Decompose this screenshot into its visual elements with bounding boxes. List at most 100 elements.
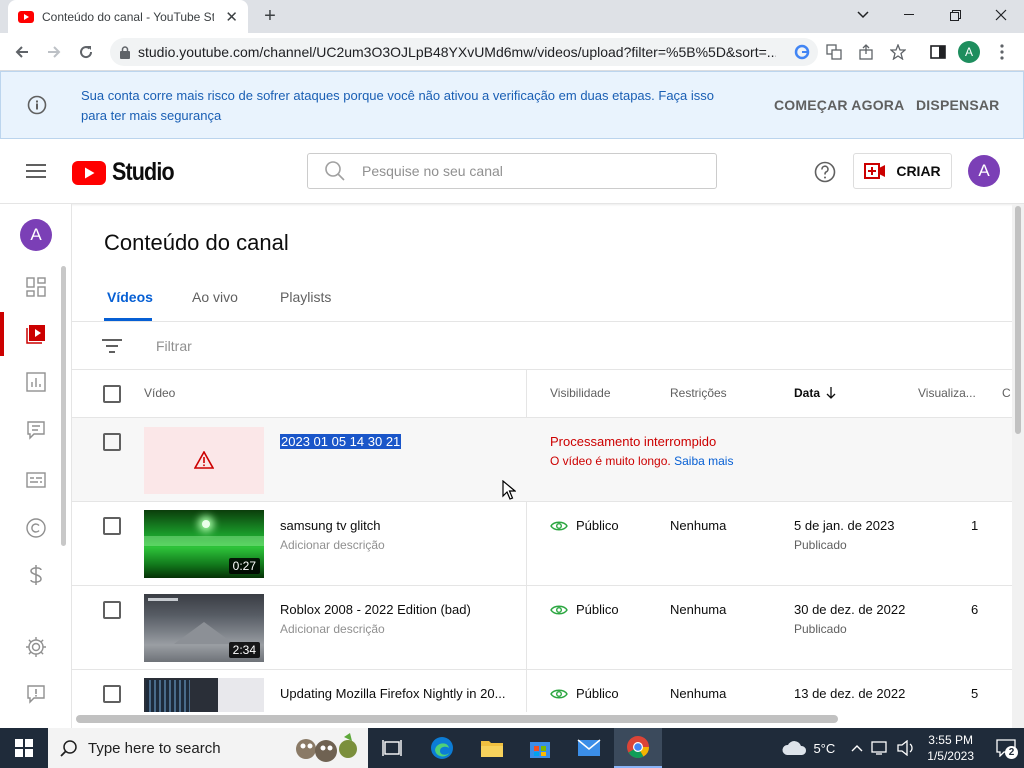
select-all-checkbox[interactable] (103, 385, 121, 403)
windows-taskbar: Type here to search 5°C 3:55 PM 1/5/2023… (0, 728, 1024, 768)
column-views[interactable]: Visualiza... (918, 386, 976, 400)
browser-tab[interactable]: Conteúdo do canal - YouTube Studio ✕ (8, 0, 248, 33)
bookmark-star-icon[interactable] (886, 40, 910, 64)
sidebar-item-settings[interactable] (0, 625, 72, 669)
row-checkbox[interactable] (103, 433, 121, 451)
taskbar-file-explorer[interactable] (468, 728, 516, 768)
dismiss-button[interactable]: DISPENSAR (916, 97, 999, 113)
clock-time: 3:55 PM (928, 733, 973, 747)
column-visibility[interactable]: Visibilidade (550, 386, 611, 400)
create-button[interactable]: CRIAR (853, 153, 952, 189)
video-description[interactable]: Adicionar descrição (280, 622, 385, 636)
vertical-scroll-thumb[interactable] (1015, 206, 1021, 434)
channel-avatar[interactable]: A (20, 219, 52, 251)
start-now-button[interactable]: COMEÇAR AGORA (774, 97, 904, 113)
visibility-status[interactable]: Público (550, 518, 619, 533)
clock[interactable]: 3:55 PM 1/5/2023 (927, 732, 974, 764)
studio-logo-text: Studio (112, 158, 175, 186)
table-row[interactable]: 2:34 Roblox 2008 - 2022 Edition (bad) Ad… (72, 586, 1012, 670)
learn-more-link[interactable]: Saiba mais (674, 454, 733, 468)
minimize-button[interactable] (886, 0, 932, 30)
column-restrictions[interactable]: Restrições (670, 386, 727, 400)
tab-videos[interactable]: Vídeos (107, 289, 153, 305)
eye-icon (550, 688, 568, 700)
sidebar-item-monetization[interactable] (0, 553, 72, 597)
taskbar-search-input[interactable]: Type here to search (48, 728, 368, 768)
notifications-button[interactable]: 2 (988, 728, 1024, 768)
dashboard-icon (26, 277, 46, 297)
account-avatar[interactable]: A (968, 155, 1000, 187)
volume-icon[interactable] (897, 740, 915, 756)
table-row[interactable]: 2023 01 05 14 30 21 Processamento interr… (72, 418, 1012, 502)
profile-avatar[interactable]: A (958, 41, 980, 63)
search-icon (60, 739, 78, 757)
feedback-icon (26, 684, 46, 704)
channel-search-input[interactable]: Pesquise no seu canal (307, 153, 717, 189)
vertical-scrollbar[interactable] (1012, 204, 1024, 728)
comments-icon (26, 420, 46, 440)
divider (72, 321, 1012, 322)
security-banner: Sua conta corre mais risco de sofrer ata… (0, 71, 1024, 139)
chevron-up-icon[interactable] (851, 744, 863, 752)
address-bar[interactable]: studio.youtube.com/channel/UC2um3O3OJLpB… (110, 38, 818, 66)
reload-button[interactable] (74, 40, 98, 64)
weather-cloud-icon[interactable] (781, 740, 807, 756)
sidebar-item-feedback[interactable] (0, 672, 72, 716)
visibility-status[interactable]: Público (550, 602, 619, 617)
visibility-status[interactable]: Público (550, 686, 619, 701)
back-button[interactable] (10, 40, 34, 64)
taskbar-store[interactable] (516, 728, 564, 768)
horizontal-scrollbar[interactable] (72, 712, 1012, 728)
filter-icon[interactable] (102, 338, 122, 354)
google-lens-icon[interactable] (790, 40, 814, 64)
video-thumbnail[interactable]: 0:27 (144, 510, 264, 578)
video-thumbnail[interactable]: 2:34 (144, 594, 264, 662)
search-icon (324, 160, 346, 182)
close-tab-icon[interactable]: ✕ (225, 8, 238, 26)
side-panel-icon[interactable] (926, 40, 950, 64)
close-window-button[interactable] (978, 0, 1024, 30)
column-date[interactable]: Data (794, 386, 836, 400)
taskbar-chrome[interactable] (614, 728, 662, 768)
video-title[interactable]: samsung tv glitch (280, 518, 510, 533)
horizontal-scroll-thumb[interactable] (76, 715, 838, 723)
help-icon[interactable] (814, 161, 836, 183)
row-checkbox[interactable] (103, 601, 121, 619)
restore-button[interactable] (932, 0, 978, 30)
clock-date: 1/5/2023 (927, 749, 974, 763)
publish-status: Publicado (794, 538, 847, 552)
hamburger-menu-icon[interactable] (26, 163, 46, 179)
translate-icon[interactable] (822, 40, 846, 64)
column-comments[interactable]: C (1002, 386, 1011, 400)
row-checkbox[interactable] (103, 685, 121, 703)
new-tab-button[interactable]: + (258, 4, 282, 28)
video-title[interactable]: Updating Mozilla Firefox Nightly in 20..… (280, 686, 510, 701)
search-highlight-icon[interactable] (292, 731, 362, 765)
video-title[interactable]: 2023 01 05 14 30 21 (280, 434, 402, 449)
dollar-icon (29, 564, 43, 586)
network-icon[interactable] (871, 740, 889, 756)
table-row[interactable]: 0:27 samsung tv glitch Adicionar descriç… (72, 502, 1012, 586)
video-thumbnail[interactable] (144, 427, 264, 494)
sidebar-scrollbar[interactable] (61, 266, 66, 546)
lock-icon[interactable] (120, 45, 130, 59)
share-icon[interactable] (854, 40, 878, 64)
folder-icon (480, 738, 504, 758)
taskbar-edge[interactable] (418, 728, 466, 768)
taskbar-mail[interactable] (565, 728, 613, 768)
video-duration: 0:27 (228, 558, 260, 574)
video-description[interactable]: Adicionar descrição (280, 538, 385, 552)
video-title[interactable]: Roblox 2008 - 2022 Edition (bad) (280, 602, 510, 617)
weather-temperature[interactable]: 5°C (813, 741, 835, 756)
studio-logo[interactable]: Studio (72, 158, 184, 187)
row-checkbox[interactable] (103, 517, 121, 535)
tab-live[interactable]: Ao vivo (192, 289, 238, 305)
page-title: Conteúdo do canal (104, 230, 289, 255)
tab-playlists[interactable]: Playlists (280, 289, 331, 305)
forward-button[interactable] (42, 40, 66, 64)
more-menu-icon[interactable] (990, 40, 1014, 64)
tab-search-icon[interactable] (840, 0, 886, 30)
task-view-button[interactable] (368, 728, 416, 768)
start-button[interactable] (0, 728, 48, 768)
error-detail-text: O vídeo é muito longo. (550, 454, 671, 468)
